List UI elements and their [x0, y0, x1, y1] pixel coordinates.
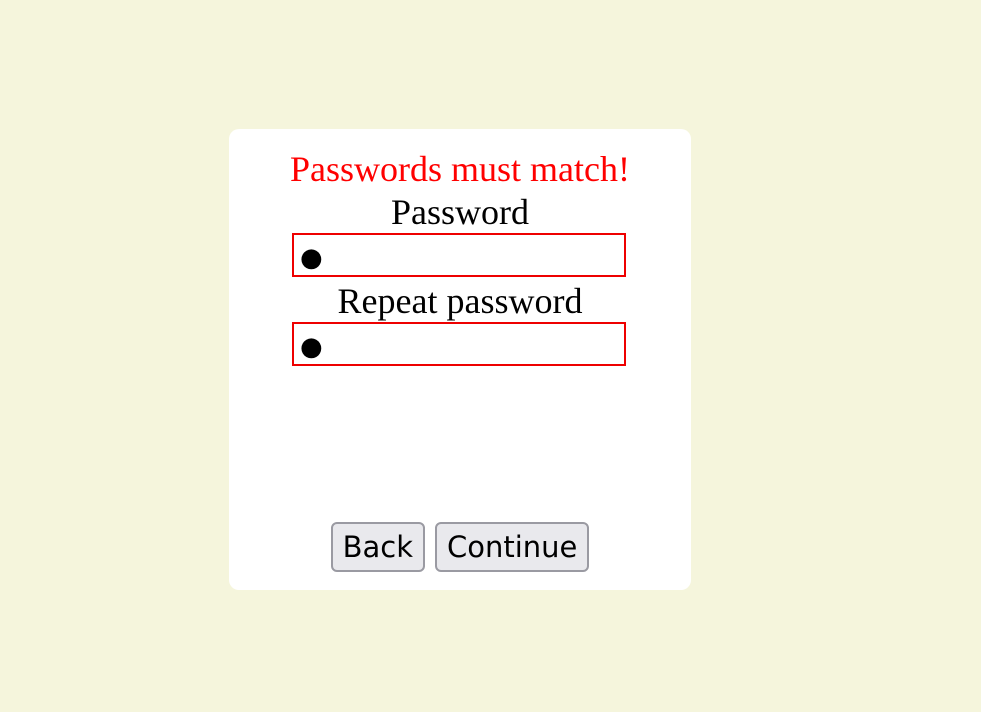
button-row: Back Continue	[229, 522, 691, 572]
password-masked-value: ●	[300, 243, 323, 273]
back-button[interactable]: Back	[330, 522, 425, 572]
password-input[interactable]: ●	[292, 233, 626, 277]
continue-button[interactable]: Continue	[435, 522, 590, 572]
error-message: Passwords must match!	[290, 149, 630, 189]
repeat-password-label: Repeat password	[337, 281, 583, 321]
repeat-password-masked-value: ●	[300, 332, 323, 362]
repeat-password-input[interactable]: ●	[292, 322, 626, 366]
password-form-card: Passwords must match! Password ● Repeat …	[229, 129, 691, 590]
password-label: Password	[390, 192, 529, 232]
